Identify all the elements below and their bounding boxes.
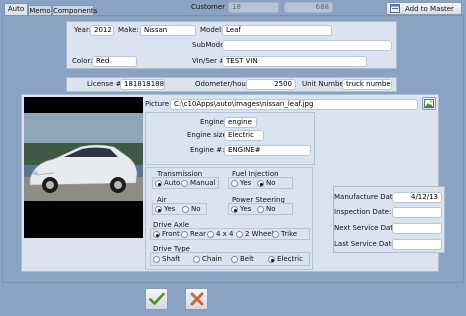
radio-label: Trike (281, 230, 298, 238)
checkmark-icon (148, 292, 165, 305)
radio-dot (207, 231, 214, 238)
radio-label: Yes (240, 205, 252, 213)
color-field[interactable]: Red (92, 56, 137, 67)
next-service-date-label: Next Service Date: (334, 224, 400, 232)
vin-field[interactable]: TEST VIN (222, 56, 367, 67)
customer-id-field[interactable]: 18 (228, 2, 279, 13)
radio-label: Chain (202, 255, 222, 263)
manufacture-date-label: Manufacture Date: (334, 193, 400, 201)
manufacture-date-field[interactable]: 4/12/13 (392, 192, 442, 203)
radio-label: Auto (164, 179, 181, 187)
radio-label: Yes (164, 205, 176, 213)
next-service-date-field[interactable] (392, 223, 442, 234)
radio-dot (231, 206, 238, 213)
x-icon (190, 292, 203, 306)
make-label: Make: (118, 26, 139, 34)
radio-label: 4 x 4 (216, 230, 234, 238)
radio-label: Shaft (162, 255, 181, 263)
model-label: Model: (200, 26, 224, 34)
model-field[interactable]: Leaf (222, 25, 332, 36)
engine-size-label: Engine size: (187, 131, 230, 139)
radio-dot (153, 256, 160, 263)
add-to-master-button[interactable]: Add to Master (386, 2, 462, 15)
drive-axle-front-radio[interactable]: Front (153, 230, 180, 239)
radio-label: Manual (190, 179, 216, 187)
fuel-injection-no-radio[interactable]: No (257, 179, 276, 188)
radio-label: Belt (240, 255, 254, 263)
radio-label: Rear (190, 230, 207, 238)
engine-number-field[interactable]: ENGINE# (224, 145, 311, 156)
fuel-injection-yes-radio[interactable]: Yes (231, 179, 251, 188)
engine-size-field[interactable]: Electric (224, 130, 264, 141)
power-steering-yes-radio[interactable]: Yes (231, 205, 251, 214)
radio-label: Yes (240, 179, 252, 187)
year-label: Year: (74, 26, 92, 34)
cancel-button[interactable] (185, 288, 208, 310)
unit-number-field[interactable]: truck number (342, 79, 392, 90)
radio-dot (257, 206, 264, 213)
inspection-date-label: Inspection Date: (334, 208, 392, 216)
engine-label: Engine: (200, 118, 227, 126)
radio-dot (268, 256, 275, 263)
air-yes-radio[interactable]: Yes (155, 205, 175, 214)
radio-dot (231, 180, 238, 187)
drive-axle-2wheel-radio[interactable]: 2 Wheel (236, 230, 274, 239)
vehicle-photo (24, 97, 143, 238)
radio-label: No (266, 179, 276, 187)
radio-dot (181, 180, 188, 187)
customer-code-field[interactable]: 688 (284, 2, 333, 13)
radio-dot (236, 231, 243, 238)
radio-dot (257, 180, 264, 187)
license-field[interactable]: 1818181881 (120, 79, 165, 90)
drive-axle-4x4-radio[interactable]: 4 x 4 (207, 230, 234, 239)
odometer-field[interactable]: 2500 (246, 79, 296, 90)
inspection-date-field[interactable] (392, 207, 442, 218)
drive-type-electric-radio[interactable]: Electric (268, 255, 303, 264)
radio-dot (153, 231, 160, 238)
radio-dot (182, 206, 189, 213)
last-service-date-label: Last Service Date: (334, 240, 398, 248)
last-service-date-field[interactable] (392, 239, 442, 250)
add-master-icon (390, 4, 400, 13)
drive-type-chain-radio[interactable]: Chain (193, 255, 222, 264)
picture-label: Picture: (145, 100, 172, 108)
drive-axle-trike-radio[interactable]: Trike (272, 230, 297, 239)
radio-dot (193, 256, 200, 263)
drive-axle-rear-radio[interactable]: Rear (181, 230, 206, 239)
radio-label: No (191, 205, 201, 213)
make-field[interactable]: Nissan (140, 25, 196, 36)
radio-label: Electric (277, 255, 303, 263)
transmission-auto-radio[interactable]: Auto (155, 179, 180, 188)
license-label: License #: (87, 80, 124, 88)
engine-number-label: Engine #: (190, 146, 225, 154)
browse-image-icon (424, 99, 434, 108)
submodel-field[interactable] (222, 40, 392, 51)
ok-button[interactable] (145, 288, 168, 310)
drive-type-belt-radio[interactable]: Belt (231, 255, 254, 264)
radio-dot (155, 206, 162, 213)
radio-label: No (266, 205, 276, 213)
engine-field[interactable]: engine (224, 117, 257, 128)
radio-dot (155, 180, 162, 187)
add-to-master-label: Add to Master (405, 4, 454, 13)
radio-dot (181, 231, 188, 238)
radio-label: 2 Wheel (245, 230, 274, 238)
radio-label: Front (162, 230, 180, 238)
power-steering-no-radio[interactable]: No (257, 205, 276, 214)
radio-dot (272, 231, 279, 238)
year-field[interactable]: 2012 (90, 25, 114, 36)
color-label: Color: (72, 57, 93, 65)
transmission-manual-radio[interactable]: Manual (181, 179, 215, 188)
air-no-radio[interactable]: No (182, 205, 201, 214)
radio-dot (231, 256, 238, 263)
browse-picture-button[interactable] (422, 97, 436, 110)
drive-type-shaft-radio[interactable]: Shaft (153, 255, 180, 264)
picture-path-field[interactable]: C:\c10Apps\auto\images\nissan_leaf.jpg (170, 99, 418, 110)
